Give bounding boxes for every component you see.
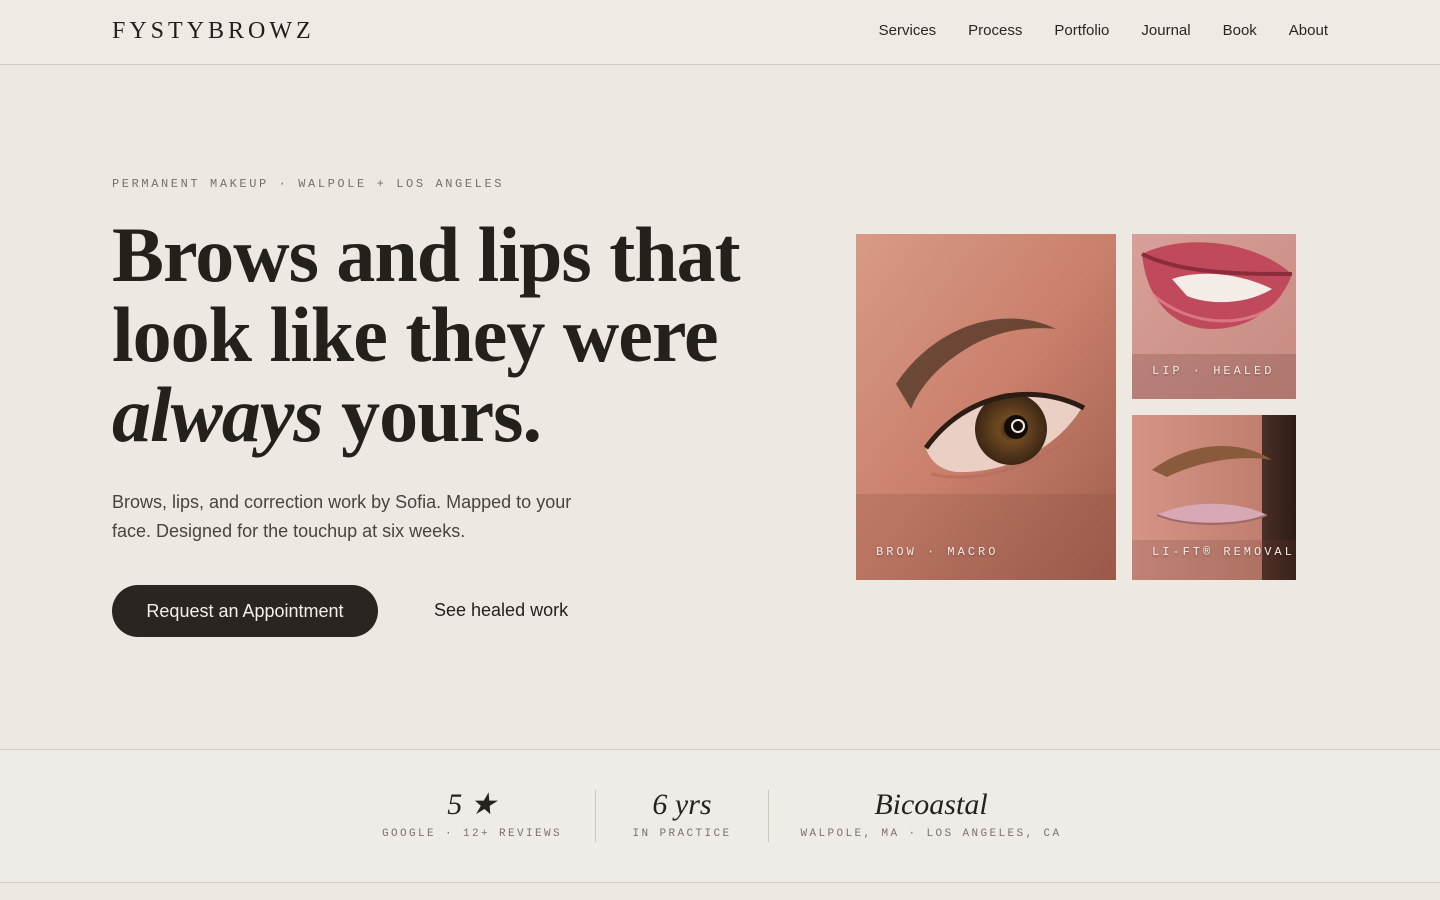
gallery-tile-lip-healed[interactable]: LIP · HEALED (1132, 234, 1296, 399)
tile-label-lift-removal: LI-FT® REMOVAL (1152, 545, 1295, 559)
stat-locations-value: Bicoastal (874, 788, 988, 821)
hero-eyebrow: PERMANENT MAKEUP · WALPOLE + LOS ANGELES (112, 177, 505, 191)
headline-tail: yours. (322, 371, 542, 458)
gallery-tile-lift-removal[interactable]: LI-FT® REMOVAL (1132, 415, 1296, 580)
tile-label-lip-healed: LIP · HEALED (1152, 364, 1275, 378)
headline-line-2: look like they were (112, 291, 719, 378)
stat-locations: Bicoastal WALPOLE, MA · LOS ANGELES, CA (800, 788, 1062, 840)
request-appointment-button[interactable]: Request an Appointment (112, 585, 378, 637)
nav-link-process[interactable]: Process (968, 22, 1022, 39)
nav-link-book[interactable]: Book (1223, 22, 1257, 39)
hero-headline: Brows and lips that look like they were … (112, 215, 772, 455)
headline-emphasis: always (112, 371, 324, 458)
stat-reviews: 5 ★ GOOGLE · 12+ REVIEWS (380, 788, 564, 840)
hero-subcopy: Brows, lips, and correction work by Sofi… (112, 492, 572, 541)
logo[interactable]: FYSTYBROWZ (112, 18, 315, 45)
stats-strip: 5 ★ GOOGLE · 12+ REVIEWS 6 yrs IN PRACTI… (0, 749, 1440, 883)
nav-link-about[interactable]: About (1289, 22, 1328, 39)
stat-divider (595, 790, 596, 842)
nav-link-services[interactable]: Services (879, 22, 937, 39)
stat-reviews-label: GOOGLE · 12+ REVIEWS (381, 828, 563, 840)
see-healed-work-link[interactable]: See healed work (434, 600, 568, 621)
nav-link-portfolio[interactable]: Portfolio (1054, 22, 1109, 39)
eye-closeup-photo (856, 234, 1116, 580)
gallery-tile-brow-macro[interactable]: BROW · MACRO (856, 234, 1116, 580)
stat-years-value: 6 yrs (652, 788, 712, 821)
stat-years-label: IN PRACTICE (632, 828, 732, 840)
stat-locations-label: WALPOLE, MA · LOS ANGELES, CA (800, 828, 1062, 840)
tile-label-brow-macro: BROW · MACRO (876, 545, 999, 559)
nav-link-journal[interactable]: Journal (1141, 22, 1190, 39)
stat-years: 6 yrs IN PRACTICE (620, 788, 744, 840)
stat-reviews-value: 5 ★ (447, 788, 497, 821)
nav-links: Services Process Portfolio Journal Book … (879, 22, 1328, 39)
stat-divider (768, 790, 769, 842)
headline-line-1: Brows and lips that (112, 211, 741, 298)
top-nav: FYSTYBROWZ Services Process Portfolio Jo… (0, 0, 1440, 65)
